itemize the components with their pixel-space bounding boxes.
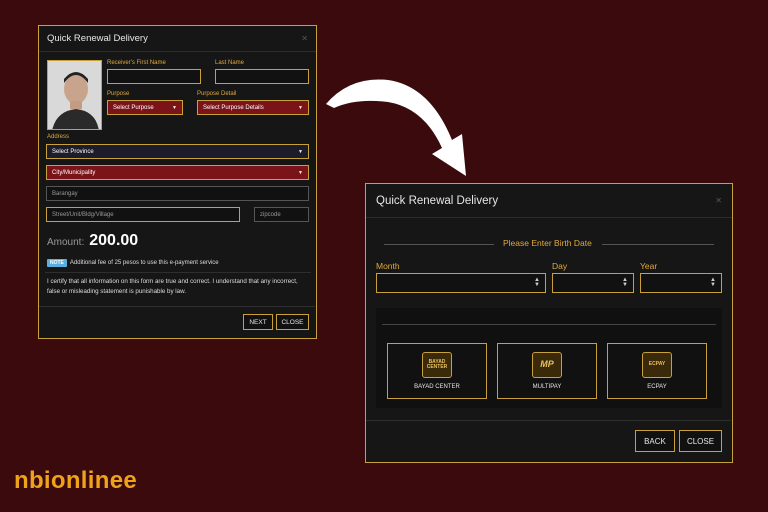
divider: [45, 272, 311, 273]
caret-down-icon: ▼: [298, 104, 303, 111]
purpose-detail-label: Purpose Detail: [197, 91, 237, 97]
spinner-icon: ▲ ▼: [534, 277, 540, 288]
modal-title: Quick Renewal Delivery: [47, 33, 148, 44]
ecpay-logo-icon: ECPAY: [642, 352, 672, 378]
divider: [39, 306, 315, 307]
zipcode-placeholder: zipcode: [260, 211, 281, 218]
barangay-placeholder: Barangay: [52, 190, 78, 197]
multipay-logo-icon: MP: [532, 352, 562, 378]
divider: [382, 324, 716, 325]
zipcode-input[interactable]: zipcode: [254, 207, 309, 222]
note-row: NOTE Additional fee of 25 pesos to use t…: [47, 259, 219, 267]
divider: [366, 420, 731, 421]
amount-value: 200.00: [89, 232, 139, 249]
street-placeholder: Street/Unit/Bldg/Village: [52, 211, 114, 218]
purpose-label: Purpose: [107, 91, 130, 97]
next-button[interactable]: NEXT: [243, 314, 273, 330]
year-label: Year: [640, 261, 658, 271]
person-photo-icon: [48, 61, 101, 129]
bayad-center-label: BAYAD CENTER: [414, 384, 460, 390]
city-select-value: City/Municipality: [52, 169, 96, 176]
note-text: Additional fee of 25 pesos to use this e…: [69, 260, 219, 266]
close-button[interactable]: CLOSE: [276, 314, 309, 330]
amount-row: Amount: 200.00: [47, 232, 138, 250]
last-name-input[interactable]: [215, 69, 309, 84]
bayad-center-logo-icon: BAYAD CENTER: [422, 352, 452, 378]
brand-logo: nbionlinee: [14, 467, 137, 494]
province-select[interactable]: Select Province ▼: [46, 144, 309, 159]
close-icon[interactable]: ✕: [715, 196, 722, 205]
day-label: Day: [552, 261, 568, 271]
amount-label: Amount:: [47, 237, 85, 248]
year-select[interactable]: ▲ ▼: [640, 273, 722, 293]
modal-header: Quick Renewal Delivery ✕: [366, 184, 732, 218]
divider: [602, 244, 714, 245]
modal-title: Quick Renewal Delivery: [376, 194, 499, 207]
caret-down-icon: ▼: [172, 104, 177, 111]
multipay-option[interactable]: MP MULTIPAY: [497, 343, 597, 399]
bayad-center-option[interactable]: BAYAD CENTER BAYAD CENTER: [387, 343, 487, 399]
modal-header: Quick Renewal Delivery ✕: [39, 26, 316, 52]
purpose-select[interactable]: Select Purpose ▼: [107, 100, 183, 115]
multipay-label: MULTIPAY: [532, 384, 562, 390]
purpose-detail-select-value: Select Purpose Details: [203, 104, 264, 111]
payment-options-area: BAYAD CENTER BAYAD CENTER MP MULTIPAY EC…: [376, 308, 722, 408]
province-select-value: Select Province: [52, 148, 94, 155]
quick-renewal-form-modal: Quick Renewal Delivery ✕ Receiver's Firs…: [38, 25, 317, 339]
ecpay-label: ECPAY: [647, 384, 667, 390]
spinner-icon: ▲ ▼: [710, 277, 716, 288]
city-select[interactable]: City/Municipality ▼: [46, 165, 309, 180]
close-button[interactable]: CLOSE: [679, 430, 722, 452]
last-name-label: Last Name: [215, 60, 245, 66]
day-select[interactable]: ▲ ▼: [552, 273, 634, 293]
month-label: Month: [376, 261, 400, 271]
purpose-detail-select[interactable]: Select Purpose Details ▼: [197, 100, 309, 115]
caret-down-icon: ▼: [298, 148, 303, 155]
address-label: Address: [47, 134, 70, 140]
first-name-input[interactable]: [107, 69, 201, 84]
certify-text: I certify that all information on this f…: [47, 278, 298, 295]
close-icon[interactable]: ✕: [301, 34, 308, 43]
curved-arrow-icon: [326, 79, 466, 176]
divider: [384, 244, 494, 245]
purpose-select-value: Select Purpose: [113, 104, 154, 111]
birth-date-title: Please Enter Birth Date: [503, 238, 592, 248]
month-select[interactable]: ▲ ▼: [376, 273, 546, 293]
applicant-photo: [47, 60, 102, 130]
back-button[interactable]: BACK: [635, 430, 675, 452]
birth-date-payment-modal: Quick Renewal Delivery ✕ Please Enter Bi…: [365, 183, 733, 463]
ecpay-option[interactable]: ECPAY ECPAY: [607, 343, 707, 399]
street-input[interactable]: Street/Unit/Bldg/Village: [46, 207, 240, 222]
note-badge: NOTE: [47, 259, 67, 267]
barangay-input[interactable]: Barangay: [46, 186, 309, 201]
spinner-icon: ▲ ▼: [622, 277, 628, 288]
first-name-label: Receiver's First Name: [107, 60, 166, 66]
caret-down-icon: ▼: [298, 169, 303, 176]
